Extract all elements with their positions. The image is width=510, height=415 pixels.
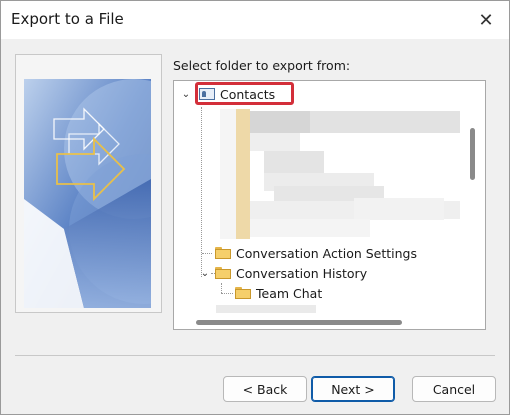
selection-highlight [195, 82, 294, 105]
folder-icon [215, 247, 231, 259]
close-button[interactable]: ✕ [463, 1, 509, 39]
back-button[interactable]: < Back [223, 376, 307, 402]
vertical-scrollbar-thumb[interactable] [470, 128, 475, 180]
tree-connector [202, 253, 212, 254]
horizontal-scrollbar-thumb[interactable] [196, 320, 402, 325]
tree-item-label: Team Chat [256, 285, 323, 301]
tree-connector [221, 293, 233, 294]
tree-item-label: Conversation Action Settings [236, 245, 418, 261]
wizard-art-image [24, 79, 151, 308]
chevron-down-icon[interactable]: ⌄ [181, 89, 191, 100]
next-button-label: Next > [331, 381, 375, 397]
next-button[interactable]: Next > [311, 376, 395, 402]
cancel-button-label: Cancel [432, 381, 476, 397]
tree-connector [221, 283, 222, 293]
export-dialog: Export to a File ✕ Select folder to expo… [0, 0, 510, 415]
wizard-illustration [15, 54, 162, 313]
back-button-label: < Back [242, 381, 288, 397]
tree-item-conversation-history[interactable]: Conversation History [215, 263, 367, 283]
folder-tree[interactable]: Contacts ⌄ Conversation Action Settings … [173, 80, 486, 330]
cut-off-row [216, 305, 316, 313]
folder-icon [235, 287, 251, 299]
chevron-down-icon[interactable]: ⌄ [200, 268, 210, 279]
tree-item-team-chat[interactable]: Team Chat [235, 283, 322, 303]
cancel-button[interactable]: Cancel [412, 376, 496, 402]
separator-line [15, 355, 495, 356]
folder-icon [215, 267, 231, 279]
tree-item-label: Conversation History [236, 265, 368, 281]
title-bar: Export to a File ✕ [1, 1, 509, 39]
dialog-title: Export to a File [11, 10, 124, 28]
select-folder-label: Select folder to export from: [173, 58, 351, 73]
close-icon: ✕ [478, 9, 494, 31]
tree-item-conversation-action-settings[interactable]: Conversation Action Settings [215, 243, 417, 263]
tree-connector [201, 107, 202, 277]
